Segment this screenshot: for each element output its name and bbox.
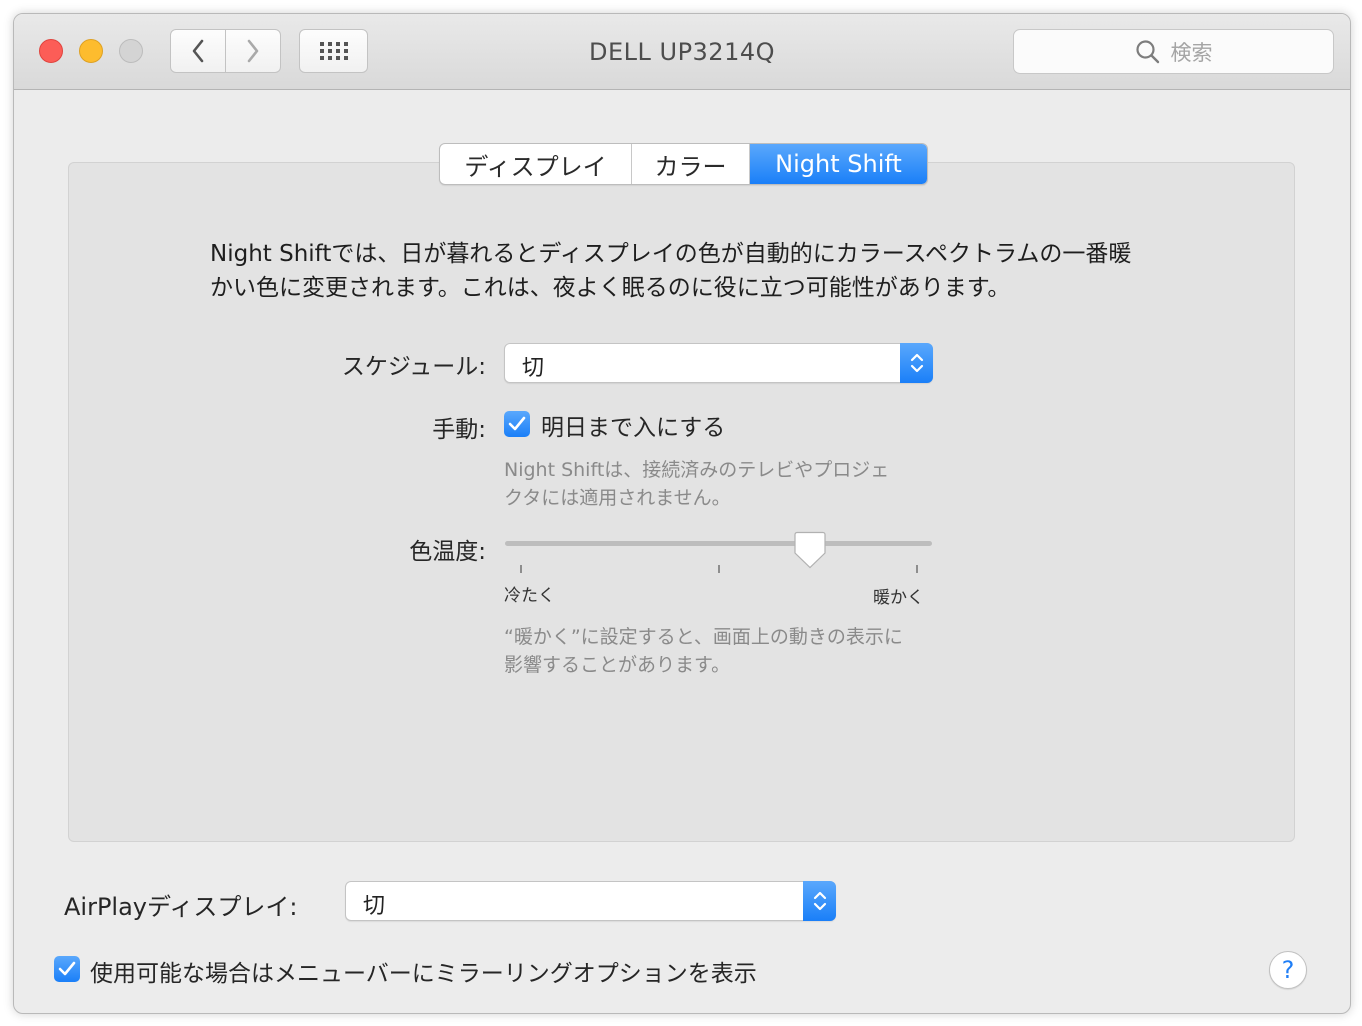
mirroring-checkbox-label[interactable]: 使用可能な場合はメニューバーにミラーリングオプションを表示 [90,954,757,988]
mirroring-checkbox[interactable] [54,956,80,982]
night-shift-description: Night Shiftでは、日が暮れるとディスプレイの色が自動的にカラースペクト… [210,237,1210,305]
manual-checkbox[interactable] [504,411,530,437]
color-temperature-track[interactable] [505,541,932,546]
schedule-label: スケジュール: [341,354,486,380]
note-line: クタには適用されません。 [504,487,731,509]
description-line: かい色に変更されます。これは、夜よく眠るのに役に立つ可能性があります。 [210,275,1011,301]
color-temperature-label: 色温度: [409,539,486,565]
title-bar: DELL UP3214Q 検索 [14,14,1350,90]
manual-checkbox-label[interactable]: 明日まで入にする [541,408,725,442]
slider-tick [520,565,522,573]
search-icon [1135,39,1159,63]
schedule-value: 切 [522,356,545,381]
tab-bar: ディスプレイ カラー Night Shift [439,143,928,185]
help-button[interactable]: ? [1269,951,1307,989]
note-line: “暖かく”に設定すると、画面上の動きの表示に [504,626,903,648]
slider-min-label: 冷たく [504,586,555,606]
airplay-label: AirPlayディスプレイ: [64,893,298,921]
tab-display[interactable]: ディスプレイ [440,144,632,184]
slider-tick [718,565,720,573]
checkmark-icon [58,961,76,976]
schedule-popup[interactable]: 切 [504,343,933,383]
airplay-popup[interactable]: 切 [345,881,836,921]
popup-arrows-icon [900,343,933,383]
color-temperature-note: “暖かく”に設定すると、画面上の動きの表示に 影響することがあります。 [504,623,944,679]
search-field[interactable]: 検索 [1013,29,1334,74]
manual-label: 手動: [432,417,486,443]
note-line: 影響することがあります。 [504,654,731,676]
manual-note: Night Shiftは、接続済みのテレビやプロジェ クタには適用されません。 [504,456,944,512]
airplay-value: 切 [363,894,386,919]
slider-max-label: 暖かく [873,588,924,608]
search-placeholder: 検索 [1170,40,1213,65]
tab-night-shift[interactable]: Night Shift [750,144,927,184]
slider-tick [916,565,918,573]
tab-color[interactable]: カラー [632,144,750,184]
popup-arrows-icon [803,881,836,921]
checkmark-icon [508,416,526,431]
preferences-window: DELL UP3214Q 検索 ディスプレイ カラー Night Shift N… [13,13,1351,1014]
color-temperature-slider-thumb[interactable] [794,531,826,569]
note-line: Night Shiftは、接続済みのテレビやプロジェ [504,459,890,481]
description-line: Night Shiftでは、日が暮れるとディスプレイの色が自動的にカラースペクト… [210,241,1132,267]
